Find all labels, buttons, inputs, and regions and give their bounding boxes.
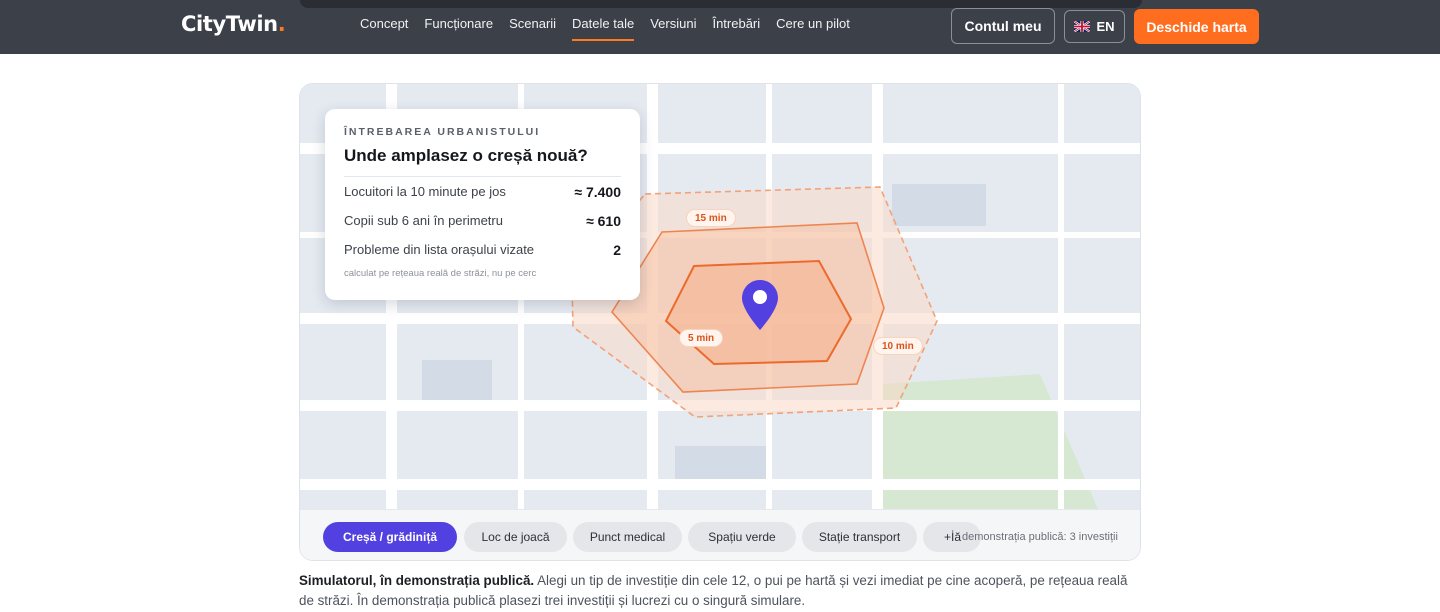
simulator-card: 15 min 10 min 5 min Întrebarea urbanistu… bbox=[299, 83, 1141, 561]
building-block bbox=[422, 360, 492, 402]
simulator-caption: Simulatorul, în demonstrația publică. Al… bbox=[299, 571, 1141, 610]
card-eyebrow: Întrebarea urbanistului bbox=[344, 126, 541, 138]
isochrone-label-5-min: 5 min bbox=[679, 329, 724, 347]
nav-item-intrebari[interactable]: Întrebări bbox=[712, 16, 760, 41]
card-note: calculat pe rețeaua reală de străzi, nu … bbox=[344, 268, 537, 279]
stat-label: Locuitori la 10 minute pe jos bbox=[344, 184, 506, 199]
logo-dot: . bbox=[277, 12, 286, 36]
isochrone-label-10-min: 10 min bbox=[873, 337, 923, 355]
stat-value: 2 bbox=[613, 241, 621, 258]
category-punct-medical[interactable]: Punct medical bbox=[573, 522, 682, 552]
nav-item-concept[interactable]: Concept bbox=[360, 16, 408, 41]
account-button[interactable]: Contul meu bbox=[951, 8, 1055, 44]
stat-row: Locuitori la 10 minute pe jos ≈ 7.400 bbox=[344, 177, 621, 206]
stat-row: Probleme din lista orașului vizate 2 bbox=[344, 235, 621, 264]
category-spatiu-verde[interactable]: Spațiu verde bbox=[688, 522, 796, 552]
demo-note: demonstrația publică: 3 investiții bbox=[962, 531, 1118, 543]
uk-flag-icon bbox=[1074, 21, 1091, 32]
investment-type-bar: Creșă / grădiniță Loc de joacă Punct med… bbox=[300, 509, 1140, 560]
language-switch-button[interactable]: EN bbox=[1064, 10, 1125, 43]
city-map[interactable]: 15 min 10 min 5 min Întrebarea urbanistu… bbox=[300, 84, 1140, 509]
category-loc-de-joaca[interactable]: Loc de joacă bbox=[464, 522, 567, 552]
nav-item-functionare[interactable]: Funcționare bbox=[424, 16, 493, 41]
caption-lead: Simulatorul, în demonstrația publică. bbox=[299, 573, 535, 588]
urbanist-question-card: Întrebarea urbanistului Unde amplasez o … bbox=[325, 109, 640, 300]
stat-label: Probleme din lista orașului vizate bbox=[344, 242, 535, 257]
nav-item-scenarii[interactable]: Scenarii bbox=[509, 16, 556, 41]
building-block bbox=[675, 446, 767, 480]
stat-value: ≈ 7.400 bbox=[574, 183, 621, 200]
stat-label: Copii sub 6 ani în perimetru bbox=[344, 213, 503, 228]
stat-row: Copii sub 6 ani în perimetru ≈ 610 bbox=[344, 206, 621, 235]
nav-item-cere-pilot[interactable]: Cere un pilot bbox=[776, 16, 850, 41]
category-cresa-gradinita[interactable]: Creșă / grădiniță bbox=[323, 522, 457, 552]
logo-text: CityTwin bbox=[181, 12, 278, 36]
building-block bbox=[892, 184, 986, 226]
stat-value: ≈ 610 bbox=[586, 212, 621, 229]
card-question: Unde amplasez o creșă nouă? bbox=[344, 146, 621, 177]
category-statie-transport[interactable]: Stație transport bbox=[802, 522, 917, 552]
isochrone-label-15-min: 15 min bbox=[686, 209, 736, 227]
nav-item-datele-tale[interactable]: Datele tale bbox=[572, 16, 635, 41]
open-map-button[interactable]: Deschide harta bbox=[1134, 9, 1259, 44]
citytwin-logo[interactable]: CityTwin. bbox=[181, 12, 286, 36]
nav-item-versiuni[interactable]: Versiuni bbox=[650, 16, 696, 41]
top-navigation-bar: CityTwin. Concept Funcționare Scenarii D… bbox=[0, 0, 1440, 54]
language-label: EN bbox=[1096, 19, 1115, 34]
main-nav: Concept Funcționare Scenarii Datele tale… bbox=[360, 16, 866, 41]
